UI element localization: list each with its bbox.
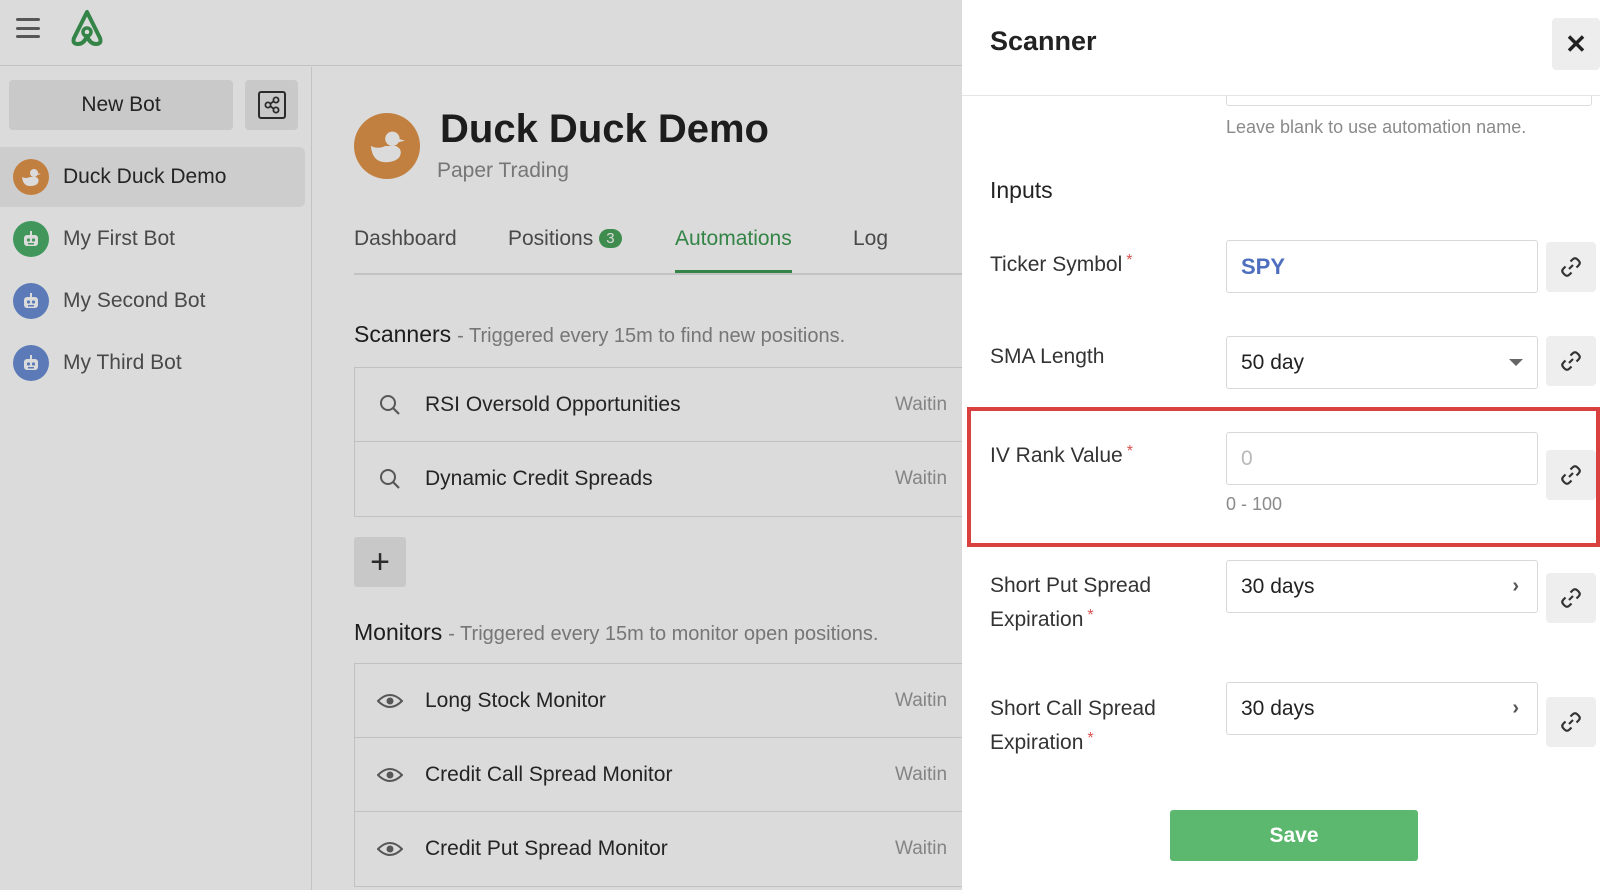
close-icon: ✕ [1565, 28, 1587, 59]
short-put-value: 30 days [1241, 574, 1315, 598]
link-icon [1561, 588, 1581, 608]
link-short-call-button[interactable] [1546, 697, 1596, 747]
link-icon [1561, 257, 1581, 277]
modal-backdrop[interactable] [0, 0, 962, 890]
required-marker: * [1087, 607, 1094, 624]
name-hint: Leave blank to use automation name. [1226, 117, 1527, 137]
ticker-input[interactable]: SPY [1226, 240, 1538, 293]
close-button[interactable]: ✕ [1552, 18, 1600, 70]
chevron-right-icon: › [1512, 697, 1519, 719]
iv-rank-input[interactable]: 0 [1226, 432, 1538, 485]
link-icon [1561, 712, 1581, 732]
sma-value: 50 day [1241, 350, 1305, 374]
chevron-down-icon [1509, 359, 1523, 366]
required-marker: * [1126, 443, 1133, 460]
short-call-select[interactable]: 30 days › [1226, 682, 1538, 735]
short-call-value: 30 days [1241, 696, 1315, 720]
link-short-put-button[interactable] [1546, 573, 1596, 623]
sma-select[interactable]: 50 day [1226, 336, 1538, 389]
required-marker: * [1087, 730, 1094, 747]
chevron-right-icon: › [1512, 575, 1519, 597]
scanner-drawer: Scanner ✕ Leave blank to use automation … [962, 0, 1600, 890]
short-put-label: Short Put Spread Expiration * [990, 571, 1151, 635]
link-ticker-button[interactable] [1546, 242, 1596, 292]
field-label: Short Call Spread [990, 697, 1156, 720]
name-field[interactable] [1226, 96, 1592, 106]
short-put-select[interactable]: 30 days › [1226, 560, 1538, 613]
drawer-title: Scanner [990, 26, 1097, 56]
field-label: Expiration [990, 731, 1084, 754]
link-sma-button[interactable] [1546, 336, 1596, 386]
link-icon [1561, 465, 1581, 485]
field-label: Short Put Spread [990, 574, 1152, 597]
field-label: Ticker Symbol [990, 253, 1123, 276]
link-iv-rank-button[interactable] [1546, 450, 1596, 500]
save-button[interactable]: Save [1170, 810, 1418, 861]
field-label: IV Rank Value [990, 444, 1123, 467]
inputs-heading: Inputs [990, 177, 1053, 203]
required-marker: * [1126, 252, 1133, 269]
iv-rank-label: IV Rank Value * [990, 437, 1133, 471]
short-call-label: Short Call Spread Expiration * [990, 694, 1156, 758]
link-icon [1561, 351, 1581, 371]
sma-label: SMA Length [990, 345, 1105, 368]
drawer-header: Scanner ✕ [962, 0, 1600, 96]
field-label: Expiration [990, 608, 1084, 631]
ticker-label: Ticker Symbol * [990, 246, 1132, 280]
iv-rank-range-hint: 0 - 100 [1226, 494, 1283, 514]
